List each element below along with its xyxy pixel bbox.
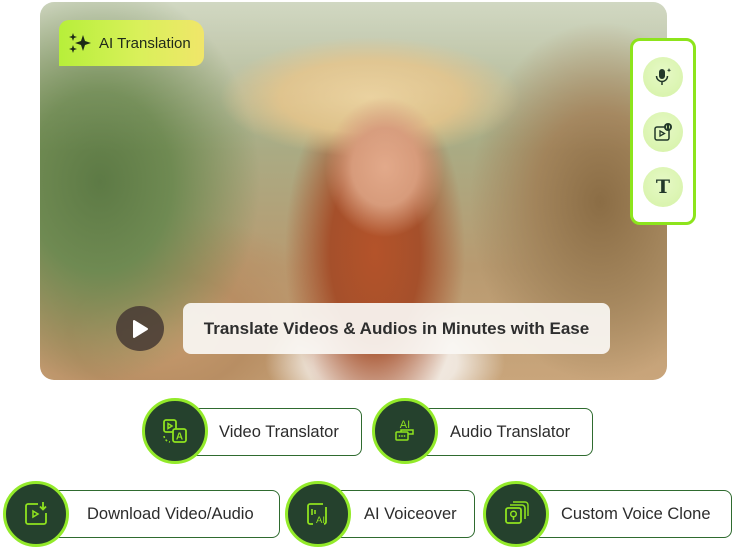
voice-clone-icon — [505, 501, 529, 524]
ai-microphone-icon — [655, 67, 672, 85]
feature-label: Audio Translator — [450, 422, 571, 441]
side-button-ai-voice[interactable] — [643, 56, 683, 97]
feature-video-translator[interactable]: Video Translator — [185, 408, 362, 456]
video-translator-icon: A — [163, 419, 187, 443]
text-icon: T — [655, 175, 671, 198]
svg-text:AI: AI — [400, 419, 410, 431]
download-video-icon — [25, 502, 47, 525]
side-button-text[interactable]: T — [643, 166, 683, 207]
feature-custom-voice-clone[interactable]: Custom Voice Clone — [525, 490, 732, 538]
feature-icon-circle[interactable]: AI — [285, 481, 351, 547]
play-icon — [133, 319, 148, 338]
feature-download-video-audio[interactable]: Download Video/Audio — [45, 490, 280, 538]
audio-translator-icon: AI — [395, 419, 414, 441]
feature-label: Custom Voice Clone — [561, 504, 711, 523]
video-translate-icon — [654, 122, 672, 141]
side-tool-panel: T — [630, 38, 696, 225]
feature-label: Download Video/Audio — [87, 504, 254, 523]
svg-text:AI: AI — [316, 515, 325, 526]
feature-icon-circle[interactable]: AI — [372, 398, 438, 464]
side-button-video-translate[interactable] — [643, 111, 683, 152]
feature-label: Video Translator — [219, 422, 339, 441]
feature-icon-circle[interactable] — [483, 481, 549, 547]
sparkles-icon — [69, 33, 91, 53]
svg-text:A: A — [176, 432, 183, 443]
play-button[interactable] — [116, 306, 164, 351]
badge-label: AI Translation — [99, 34, 191, 52]
feature-icon-circle[interactable] — [3, 481, 69, 547]
video-caption: Translate Videos & Audios in Minutes wit… — [183, 303, 610, 354]
ai-voiceover-icon: AI — [307, 503, 327, 526]
caption-text: Translate Videos & Audios in Minutes wit… — [203, 318, 590, 338]
feature-label: AI Voiceover — [364, 504, 457, 523]
feature-icon-circle[interactable]: A — [142, 398, 208, 464]
ai-translation-badge: AI Translation — [59, 20, 204, 66]
feature-audio-translator[interactable]: Audio Translator — [415, 408, 593, 456]
